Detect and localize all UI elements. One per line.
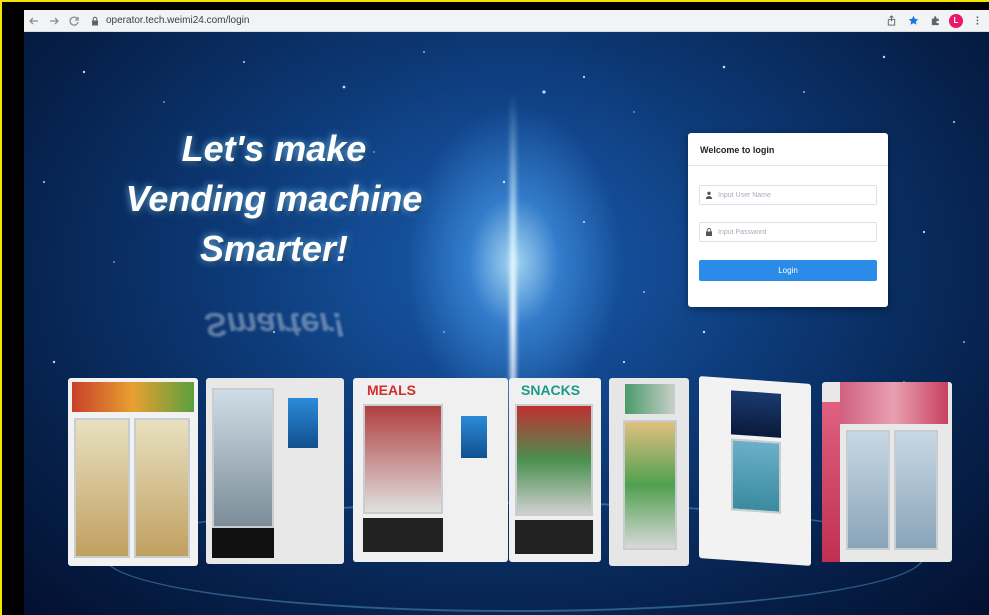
vending-machine-6 <box>699 376 811 566</box>
login-panel: Welcome to login Login <box>688 133 888 307</box>
vending-machine-5 <box>609 378 689 566</box>
password-input[interactable] <box>718 228 868 236</box>
meals-label: MEALS <box>367 382 416 398</box>
extensions-icon[interactable] <box>927 13 943 29</box>
url-text: operator.tech.weimi24.com/login <box>106 15 250 26</box>
slogan-line-1: Let's make <box>181 128 367 169</box>
vending-machine-snacks: SNACKS <box>509 378 601 562</box>
address-bar[interactable]: operator.tech.weimi24.com/login <box>90 12 249 30</box>
back-icon[interactable] <box>24 11 44 31</box>
snacks-label: SNACKS <box>521 382 581 398</box>
forward-icon[interactable] <box>44 11 64 31</box>
bookmark-star-icon[interactable] <box>905 13 921 29</box>
vending-machine-2 <box>206 378 344 564</box>
reload-icon[interactable] <box>64 11 84 31</box>
password-field[interactable] <box>699 222 877 242</box>
login-button[interactable]: Login <box>699 260 877 281</box>
vending-machine-meals: MEALS <box>353 378 508 562</box>
lock-icon <box>92 16 98 25</box>
slogan-line-3: Smarter! <box>199 228 349 269</box>
slogan-line-2: Vending machine <box>125 178 423 219</box>
lock-icon <box>700 223 718 241</box>
page-background: Let's make Vending machine Smarter! Smar… <box>24 32 989 615</box>
username-input[interactable] <box>718 191 868 199</box>
menu-icon[interactable] <box>969 13 985 29</box>
vending-machine-1 <box>68 378 198 566</box>
slogan-reflection: Smarter! <box>204 305 344 343</box>
browser-toolbar: operator.tech.weimi24.com/login L <box>24 10 989 32</box>
username-field[interactable] <box>699 185 877 205</box>
hero-slogan: Let's make Vending machine Smarter! <box>64 124 484 274</box>
profile-avatar[interactable]: L <box>949 13 963 28</box>
share-icon[interactable] <box>883 13 899 29</box>
login-title: Welcome to login <box>688 133 888 166</box>
user-icon <box>700 186 718 204</box>
vending-machine-7 <box>822 382 952 562</box>
